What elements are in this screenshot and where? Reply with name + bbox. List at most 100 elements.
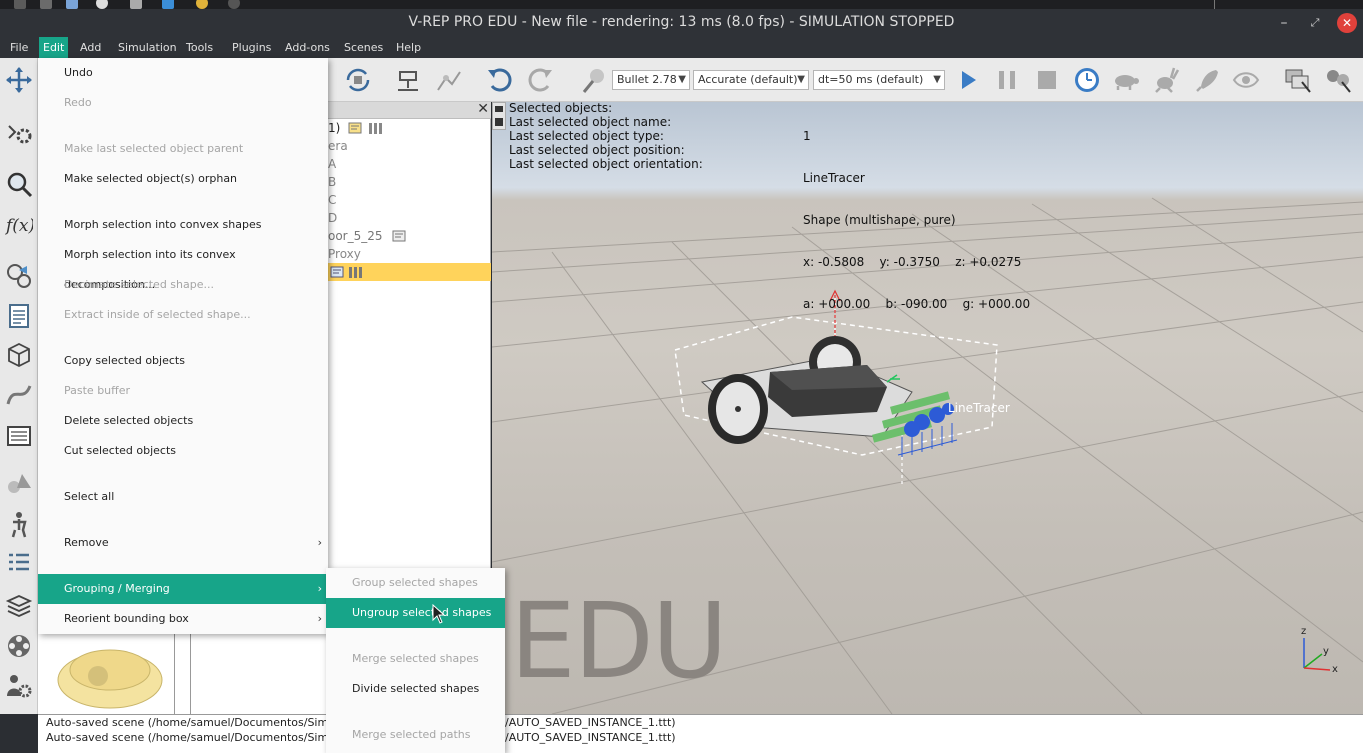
menu-item-make-orphan[interactable]: Make selected object(s) orphan	[38, 164, 328, 194]
menu-item-group-shapes[interactable]: Group selected shapes	[326, 568, 505, 598]
console-line-tail: /AUTO_SAVED_INSTANCE_1.ttt)	[505, 716, 676, 729]
rotate-object-icon[interactable]	[344, 66, 372, 94]
search-icon[interactable]	[5, 170, 33, 198]
robot-icon[interactable]	[5, 510, 33, 538]
script-icon[interactable]	[330, 265, 344, 279]
timestep-select[interactable]: dt=50 ms (default) ▼	[813, 70, 945, 90]
model-icon[interactable]	[348, 265, 364, 279]
hierarchy-item-selected[interactable]	[328, 263, 491, 281]
pause-icon[interactable]	[993, 66, 1021, 94]
hierarchy-item[interactable]: D	[328, 209, 491, 227]
left-toolbar: f(x)	[0, 58, 38, 714]
hierarchy-item[interactable]: 1)	[328, 119, 491, 137]
script-icon[interactable]	[392, 229, 406, 243]
dynamics-icon[interactable]	[580, 66, 608, 94]
move-icon[interactable]	[5, 66, 33, 94]
menu-item-morph-convex[interactable]: Morph selection into convex shapes	[38, 210, 328, 240]
3d-viewport[interactable]: LineTracer Selected objects: Last select…	[492, 102, 1363, 714]
speed-up-rabbit-icon[interactable]	[1152, 66, 1180, 94]
physics-engine-select[interactable]: Bullet 2.78 ▼	[612, 70, 690, 90]
primitives-icon[interactable]	[5, 470, 33, 498]
menu-item-cut[interactable]: Cut selected objects	[38, 436, 328, 466]
layers-icon[interactable]	[5, 592, 33, 620]
user-settings-icon[interactable]	[5, 672, 33, 700]
redo-icon[interactable]	[526, 66, 554, 94]
model-browser-thumbnail-area	[38, 630, 328, 714]
transfer-dna-icon[interactable]	[434, 66, 462, 94]
menu-item-ungroup-shapes[interactable]: Ungroup selected shapes	[326, 598, 505, 628]
info-labels: Selected objects: Last selected object n…	[509, 102, 703, 171]
menu-item-undo[interactable]: Undo	[38, 58, 328, 88]
model-icon[interactable]	[368, 121, 384, 135]
accuracy-select[interactable]: Accurate (default) ▼	[693, 70, 809, 90]
thread-rocket-icon[interactable]	[1194, 66, 1222, 94]
app-icon[interactable]	[14, 0, 26, 9]
shape-edit-icon[interactable]	[5, 262, 33, 290]
menu-edit[interactable]: Edit	[39, 37, 69, 58]
page-selection-icon[interactable]	[1324, 66, 1352, 94]
menu-item-merge-paths[interactable]: Merge selected paths	[326, 720, 505, 750]
script-settings-icon[interactable]	[5, 118, 33, 146]
info-toggle[interactable]	[492, 102, 506, 130]
maximize-button[interactable]: ⤢	[1305, 13, 1325, 33]
hierarchy-item[interactable]: B	[328, 173, 491, 191]
menu-item-select-all[interactable]: Select all	[38, 482, 328, 512]
menu-item-divide-shapes[interactable]: Divide selected shapes	[326, 674, 505, 704]
menu-scenes[interactable]: Scenes	[340, 37, 387, 58]
app-icon[interactable]	[130, 0, 142, 9]
stop-icon[interactable]	[1033, 66, 1061, 94]
menu-item-remove[interactable]: Remove ›	[38, 528, 328, 558]
function-icon[interactable]: f(x)	[5, 210, 33, 238]
status-console[interactable]: Auto-saved scene (/home/samuel/Documento…	[38, 714, 1363, 753]
app-icon[interactable]	[96, 0, 108, 9]
script-icon[interactable]	[348, 121, 362, 135]
chevron-right-icon: ›	[317, 536, 322, 549]
divider	[190, 630, 191, 714]
scene-selection-icon[interactable]	[1284, 66, 1312, 94]
app-icon[interactable]	[162, 0, 174, 9]
menu-file[interactable]: File	[6, 37, 32, 58]
menu-item-extract-inside[interactable]: Extract inside of selected shape...	[38, 300, 328, 330]
app-icon[interactable]	[66, 0, 78, 9]
undo-icon[interactable]	[486, 66, 514, 94]
menu-addons[interactable]: Add-ons	[281, 37, 334, 58]
chrome-icon[interactable]	[196, 0, 208, 9]
visualization-eye-icon[interactable]	[1232, 66, 1260, 94]
menu-help[interactable]: Help	[392, 37, 425, 58]
assemble-icon[interactable]	[394, 66, 422, 94]
hierarchy-item[interactable]: oor_5_25	[328, 227, 491, 245]
menu-item-decimate[interactable]: Decimate selected shape...	[38, 270, 328, 300]
app-icon[interactable]	[40, 0, 52, 9]
slow-down-turtle-icon[interactable]	[1112, 66, 1140, 94]
menu-item-grouping-merging[interactable]: Grouping / Merging ›	[38, 574, 328, 604]
document-icon[interactable]	[5, 302, 33, 330]
play-icon[interactable]	[954, 66, 982, 94]
menu-item-copy[interactable]: Copy selected objects	[38, 346, 328, 376]
menu-plugins[interactable]: Plugins	[228, 37, 275, 58]
menu-item-reorient-bbox[interactable]: Reorient bounding box ›	[38, 604, 328, 634]
hierarchy-item[interactable]: A	[328, 155, 491, 173]
robot-model-thumbnail[interactable]	[52, 636, 168, 710]
menu-item-make-parent[interactable]: Make last selected object parent	[38, 134, 328, 164]
menu-item-delete[interactable]: Delete selected objects	[38, 406, 328, 436]
hierarchy-item[interactable]: Proxy	[328, 245, 491, 263]
minimize-button[interactable]: –	[1274, 13, 1294, 33]
close-button[interactable]: ✕	[1337, 13, 1357, 33]
hierarchy-list-icon[interactable]	[5, 550, 33, 578]
film-reel-icon[interactable]	[5, 632, 33, 660]
realtime-clock-icon[interactable]	[1073, 66, 1101, 94]
menu-item-morph-decomposition[interactable]: Morph selection into its convex decompos…	[38, 240, 328, 291]
menu-item-merge-shapes[interactable]: Merge selected shapes	[326, 644, 505, 674]
menu-add[interactable]: Add	[76, 37, 105, 58]
hierarchy-item[interactable]: C	[328, 191, 491, 209]
app-icon[interactable]	[228, 0, 240, 9]
menu-tools[interactable]: Tools	[182, 37, 217, 58]
cube-icon[interactable]	[5, 340, 33, 368]
panel-icon[interactable]	[5, 422, 33, 450]
menu-item-paste[interactable]: Paste buffer	[38, 376, 328, 406]
close-icon[interactable]: ✕	[477, 101, 489, 117]
menu-item-redo[interactable]: Redo	[38, 88, 328, 118]
path-icon[interactable]	[5, 380, 33, 408]
hierarchy-item[interactable]: era	[328, 137, 491, 155]
menu-simulation[interactable]: Simulation	[114, 37, 181, 58]
